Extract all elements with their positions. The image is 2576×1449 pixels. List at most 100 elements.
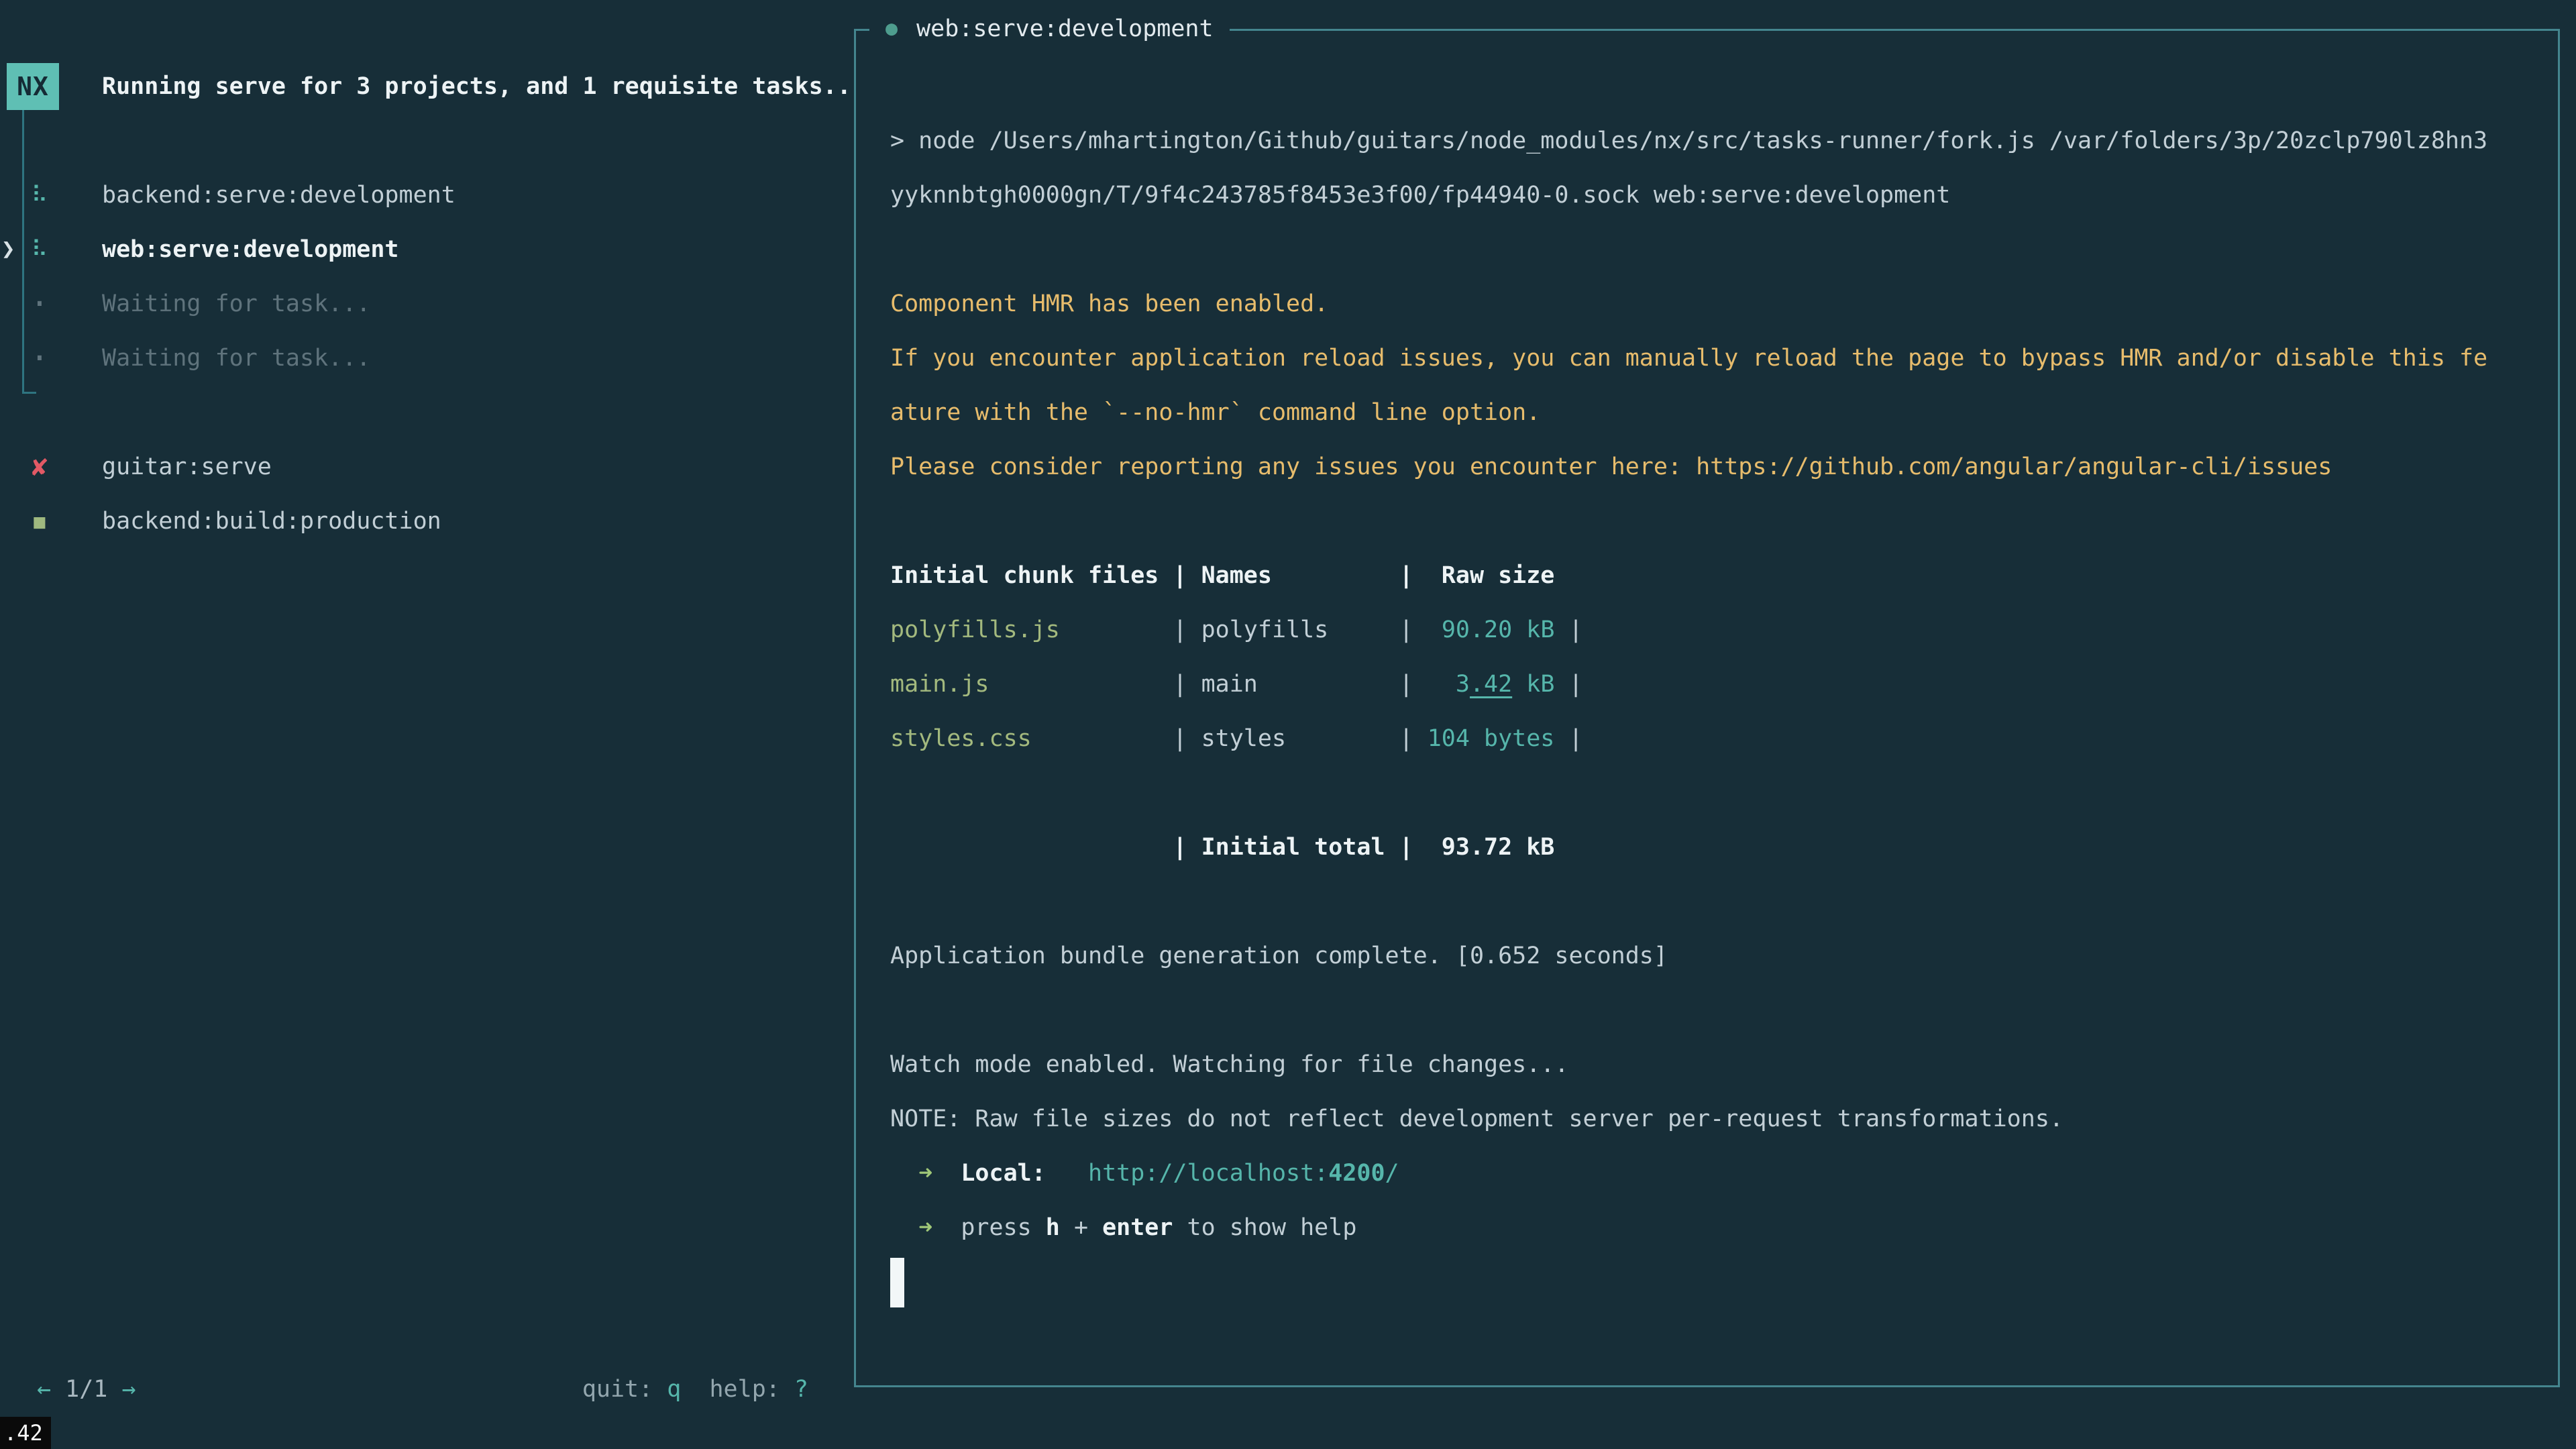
terminal-text: .42 (1470, 671, 1512, 698)
task-label: backend:build:production (102, 508, 441, 535)
help-hint-label: help: (709, 1376, 794, 1403)
terminal-text: enter (1102, 1214, 1173, 1241)
terminal-text: | polyfills | (1060, 616, 1428, 643)
terminal-text: Please consider reporting any issues you… (890, 453, 2332, 480)
keyboard-hints: quit: q help: ? (582, 1362, 808, 1416)
terminal-output: > node /Users/mhartington/Github/guitars… (890, 114, 2487, 1309)
terminal-line: styles.css | styles | 104 bytes | (890, 712, 2487, 766)
terminal-text: 90.20 kB (1428, 616, 1555, 643)
terminal-text: 3 (1428, 671, 1470, 698)
terminal-text: Component HMR has been enabled. (890, 290, 1328, 317)
spinner-icon: ⠧ (24, 184, 55, 207)
pager: ← 1/1 → (37, 1362, 136, 1416)
terminal-line: | Initial total | 93.72 kB (890, 820, 2487, 875)
terminal-text: | (1554, 725, 1582, 752)
terminal-text: main.js (890, 671, 989, 698)
terminal-line: Watch mode enabled. Watching for file ch… (890, 1038, 2487, 1092)
terminal-line: ature with the `--no-hmr` command line o… (890, 386, 2487, 440)
terminal-text: press (961, 1214, 1045, 1241)
terminal-line (890, 766, 2487, 820)
terminal-text: to show help (1173, 1214, 1356, 1241)
terminal-line: polyfills.js | polyfills | 90.20 kB | (890, 603, 2487, 657)
task-row[interactable]: ⠧ backend:serve:development (0, 168, 852, 222)
terminal-line: > node /Users/mhartington/Github/guitars… (890, 114, 2487, 168)
terminal-text: h (1046, 1214, 1060, 1241)
help-key: ? (794, 1376, 808, 1403)
running-status-dot-icon: ● (885, 19, 898, 39)
task-label: Waiting for task... (102, 290, 370, 317)
terminal-text: styles.css (890, 725, 1032, 752)
task-label: backend:serve:development (102, 182, 455, 209)
terminal-text: polyfills.js (890, 616, 1060, 643)
terminal-text: | styles | (1032, 725, 1428, 752)
terminal-text: Initial chunk files | Names | Raw size (890, 562, 1554, 589)
waiting-dot-icon: · (24, 288, 55, 320)
terminal-text[interactable]: / (1385, 1160, 1399, 1187)
terminal-line: Component HMR has been enabled. (890, 277, 2487, 331)
terminal-text: | Initial total | 93.72 kB (890, 834, 1554, 861)
task-row[interactable]: ❯ ⠧ web:serve:development (0, 222, 852, 276)
terminal-line (890, 494, 2487, 549)
terminal-line: Please consider reporting any issues you… (890, 440, 2487, 494)
terminal-text: Application bundle generation complete. … (890, 943, 1668, 969)
localhost-url-link[interactable]: http://localhost: (1088, 1160, 1328, 1187)
waiting-dot-icon: · (24, 342, 55, 374)
terminal-text: | (1554, 671, 1582, 698)
terminal-cursor (890, 1258, 904, 1307)
task-row[interactable]: · Waiting for task... (0, 276, 852, 331)
task-label: Waiting for task... (102, 345, 370, 372)
pager-label: 1/1 (51, 1376, 121, 1403)
spinner-icon: ⠧ (24, 238, 55, 261)
arrow-icon: ➜ (890, 1214, 961, 1241)
success-square-icon: ▪ (24, 506, 55, 536)
terminal-text: yyknnbtgh0000gn/T/9f4c243785f8453e3f00/f… (890, 182, 1950, 209)
terminal-line: Initial chunk files | Names | Raw size (890, 549, 2487, 603)
terminal-text: + (1060, 1214, 1102, 1241)
task-row[interactable]: · Waiting for task... (0, 331, 852, 385)
quit-key: q (667, 1376, 681, 1403)
terminal-line: Application bundle generation complete. … (890, 929, 2487, 983)
quit-hint-label: quit: (582, 1376, 667, 1403)
terminal-line (890, 223, 2487, 277)
selected-task-pointer-icon: ❯ (1, 235, 15, 262)
terminal-text: | main | (989, 671, 1428, 698)
task-label: guitar:serve (102, 453, 272, 480)
status-bar: ← 1/1 → quit: q help: ? (0, 1362, 854, 1416)
terminal-line: main.js | main | 3.42 kB | (890, 657, 2487, 712)
terminal-line: yyknnbtgh0000gn/T/9f4c243785f8453e3f00/f… (890, 168, 2487, 223)
terminal-text: If you encounter application reload issu… (890, 345, 2487, 372)
terminal-line: ➜ press h + enter to show help (890, 1201, 2487, 1255)
task-row[interactable]: ✘ guitar:serve (0, 439, 852, 494)
run-summary-title: Running serve for 3 projects, and 1 requ… (102, 63, 851, 110)
terminal-text: NOTE: Raw file sizes do not reflect deve… (890, 1106, 2063, 1132)
pager-right-arrow-icon[interactable]: → (121, 1376, 136, 1403)
nx-tui-screen: NX Running serve for 3 projects, and 1 r… (0, 0, 2576, 1449)
nx-logo-badge: NX (7, 63, 59, 110)
pager-left-arrow-icon[interactable]: ← (37, 1376, 51, 1403)
task-row[interactable]: ▪ backend:build:production (0, 494, 852, 548)
panel-title-text: web:serve:development (916, 15, 1214, 42)
terminal-text: | (1554, 616, 1582, 643)
hint-gap (681, 1376, 709, 1403)
localhost-port[interactable]: 4200 (1328, 1160, 1385, 1187)
failed-cross-icon: ✘ (24, 453, 55, 480)
terminal-text: Watch mode enabled. Watching for file ch… (890, 1051, 1568, 1078)
terminal-line: If you encounter application reload issu… (890, 331, 2487, 386)
task-list-spacer (0, 385, 852, 439)
zoom-level-overlay: .42 (0, 1417, 51, 1449)
terminal-text: ature with the `--no-hmr` command line o… (890, 399, 1540, 426)
task-label: web:serve:development (102, 236, 399, 263)
terminal-line (890, 875, 2487, 929)
terminal-text: Local: (961, 1160, 1045, 1187)
terminal-line (890, 983, 2487, 1038)
terminal-text: kB (1512, 671, 1554, 698)
arrow-icon: ➜ (890, 1160, 961, 1187)
terminal-line (890, 1255, 2487, 1309)
terminal-text: 104 bytes (1428, 725, 1555, 752)
terminal-line: NOTE: Raw file sizes do not reflect deve… (890, 1092, 2487, 1146)
terminal-text: > node /Users/mhartington/Github/guitars… (890, 127, 2487, 154)
terminal-line: ➜ Local: http://localhost:4200/ (890, 1146, 2487, 1201)
task-output-panel-title: ● web:serve:development (869, 11, 1230, 46)
task-list: ⠧ backend:serve:development ❯ ⠧ web:serve:de… (0, 168, 852, 548)
terminal-text (1046, 1160, 1088, 1187)
